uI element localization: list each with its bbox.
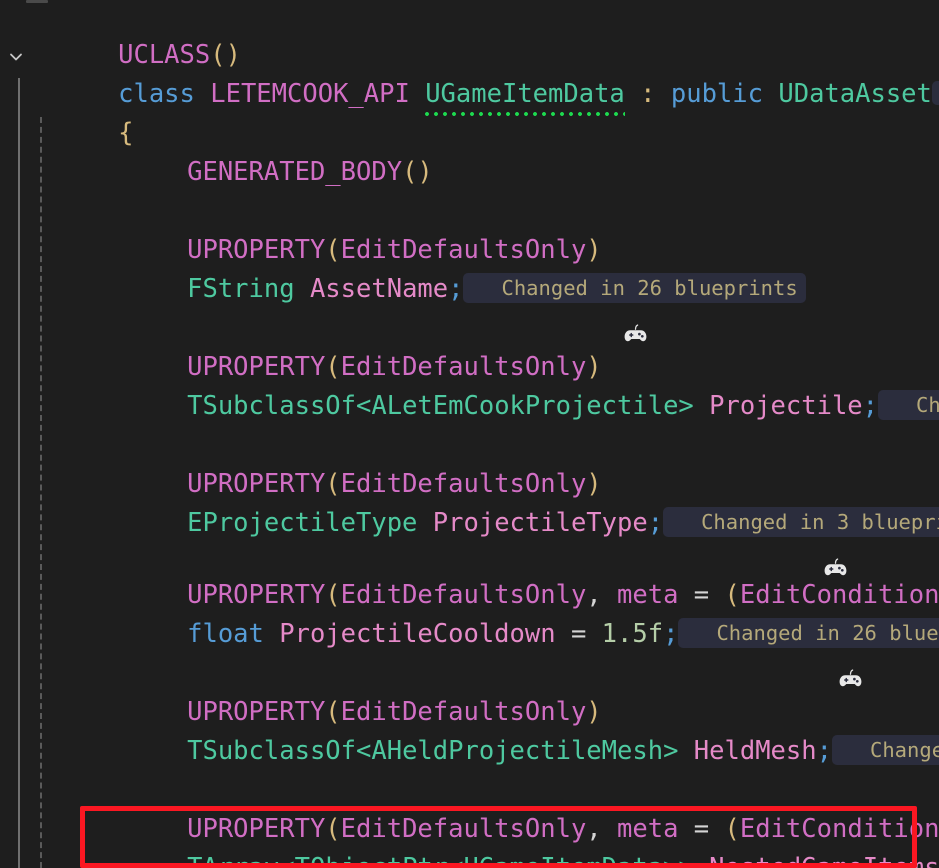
- code-token: FString: [187, 274, 295, 304]
- code-line-class-declaration[interactable]: class LETEMCOOK_API UGameItemData : publ…: [0, 36, 939, 109]
- code-token: ;: [663, 619, 679, 649]
- code-line-uproperty-projectile[interactable]: UPROPERTY(EditDefaultsOnly): [0, 309, 602, 382]
- code-token: ;: [862, 391, 879, 421]
- code-token: ;: [647, 508, 664, 538]
- gamepad-icon: [884, 395, 909, 415]
- code-line-open-brace[interactable]: {: [0, 75, 133, 148]
- code-line-uproperty-assetname[interactable]: UPROPERTY(EditDefaultsOnly): [0, 192, 602, 265]
- code-token: :: [640, 79, 656, 109]
- code-token: LETEMCOOK_API: [210, 79, 410, 109]
- code-tokens: TSubclassOf<ALetEmCookProjectile> Projec…: [187, 391, 878, 421]
- blueprint-hint-text: Changed in 3 blueprints: [701, 510, 939, 534]
- code-token: ProjectileCooldown: [279, 619, 556, 649]
- blueprint-hint-badge-heldmesh[interactable]: Changed i: [831, 735, 939, 765]
- code-token: (): [402, 157, 433, 187]
- blueprint-hint-text: Changed in 26 blueprin: [716, 621, 939, 645]
- gamepad-icon: [669, 512, 847, 576]
- blueprint-hint-badge-classdecl[interactable]: [931, 81, 939, 105]
- code-token: TObjectPtr: [294, 853, 449, 868]
- code-line-uproperty-nested[interactable]: UPROPERTY(EditDefaultsOnly, meta = (Edit…: [0, 771, 939, 844]
- blueprint-hint-badge-projectile[interactable]: Chang: [878, 390, 939, 420]
- code-token: >: [678, 391, 694, 421]
- blueprint-hint-badge-projectiletype[interactable]: Changed in 3 blueprints: [663, 507, 939, 576]
- code-token: =: [570, 619, 587, 649]
- blueprint-hint-text: Chang: [916, 393, 939, 417]
- code-tokens: TSubclassOf<AHeldProjectileMesh> HeldMes…: [187, 736, 832, 766]
- code-token: TSubclassOf: [187, 736, 357, 766]
- code-token: ProjectileType: [432, 508, 648, 538]
- blueprint-hint-badge-cooldown[interactable]: Changed in 26 blueprin: [678, 618, 939, 687]
- code-line-projectiletype[interactable]: EProjectileType ProjectileType; Changed …: [0, 465, 939, 576]
- code-token: Projectile: [709, 391, 863, 421]
- code-line-projectile[interactable]: TSubclassOf<ALetEmCookProjectile> Projec…: [0, 348, 939, 421]
- code-token: public: [670, 79, 763, 109]
- code-token: <: [279, 853, 295, 868]
- code-token: >: [663, 736, 679, 766]
- code-token: float: [187, 619, 264, 649]
- code-line-uproperty-projectiletype[interactable]: UPROPERTY(EditDefaultsOnly): [0, 426, 602, 499]
- gamepad-icon: [469, 278, 647, 342]
- code-token: ALetEmCookProjectile: [371, 391, 679, 421]
- code-tokens: class LETEMCOOK_API UGameItemData : publ…: [118, 79, 932, 109]
- code-token: <: [356, 391, 372, 421]
- code-token: AssetName: [309, 274, 449, 304]
- code-tokens: FString AssetName;: [187, 274, 463, 304]
- code-line-nested-gameitems[interactable]: TArray<TObjectPtr<UGameItemData>> Nested…: [0, 810, 939, 868]
- code-line-assetname[interactable]: FString AssetName; Changed in 26 bluepri…: [0, 231, 806, 342]
- code-editor[interactable]: UCLASS() class LETEMCOOK_API UGameItemDa…: [0, 0, 939, 868]
- gamepad-icon: [684, 623, 862, 687]
- code-surface[interactable]: UCLASS() class LETEMCOOK_API UGameItemDa…: [0, 0, 939, 868]
- code-token: NestedGameItems: [709, 853, 939, 868]
- blueprint-hint-text: Changed in 26 blueprints: [501, 276, 798, 300]
- blueprint-hint-text: Changed i: [869, 738, 939, 762]
- code-token: >>: [663, 853, 694, 868]
- code-token: AHeldProjectileMesh: [371, 736, 664, 766]
- code-token: ;: [448, 274, 464, 304]
- code-line-heldmesh[interactable]: TSubclassOf<AHeldProjectileMesh> HeldMes…: [0, 693, 939, 766]
- code-line-generated-body[interactable]: GENERATED_BODY(): [0, 114, 433, 187]
- code-tokens: GENERATED_BODY(): [187, 157, 433, 187]
- code-token: ;: [816, 736, 832, 766]
- code-token: UGameItemData: [425, 79, 625, 109]
- code-token: EProjectileType: [187, 508, 418, 538]
- code-line-uproperty-heldmesh[interactable]: UPROPERTY(EditDefaultsOnly): [0, 654, 602, 727]
- code-token: UGameItemData: [463, 853, 664, 868]
- blueprint-hint-badge-assetname[interactable]: Changed in 26 blueprints: [463, 273, 806, 342]
- code-token: 1.5f: [601, 619, 664, 649]
- code-tokens: TArray<TObjectPtr<UGameItemData>> Nested…: [187, 853, 939, 868]
- code-token: HeldMesh: [693, 736, 817, 766]
- code-line-uproperty-cooldown[interactable]: UPROPERTY(EditDefaultsOnly, meta = (Edit…: [0, 537, 939, 610]
- code-token: TArray: [187, 853, 280, 868]
- code-token: <: [356, 736, 372, 766]
- code-line-cooldown[interactable]: float ProjectileCooldown = 1.5f; Changed…: [0, 576, 939, 687]
- code-tokens: float ProjectileCooldown = 1.5f;: [187, 619, 678, 649]
- code-token: UDataAsset: [778, 79, 932, 109]
- code-token: <: [448, 853, 464, 868]
- code-token: TSubclassOf: [187, 391, 357, 421]
- code-line-uclass[interactable]: UCLASS(): [0, 0, 241, 70]
- code-tokens: EProjectileType ProjectileType;: [187, 508, 663, 538]
- gamepad-icon: [838, 740, 863, 760]
- code-token: GENERATED_BODY: [187, 157, 403, 187]
